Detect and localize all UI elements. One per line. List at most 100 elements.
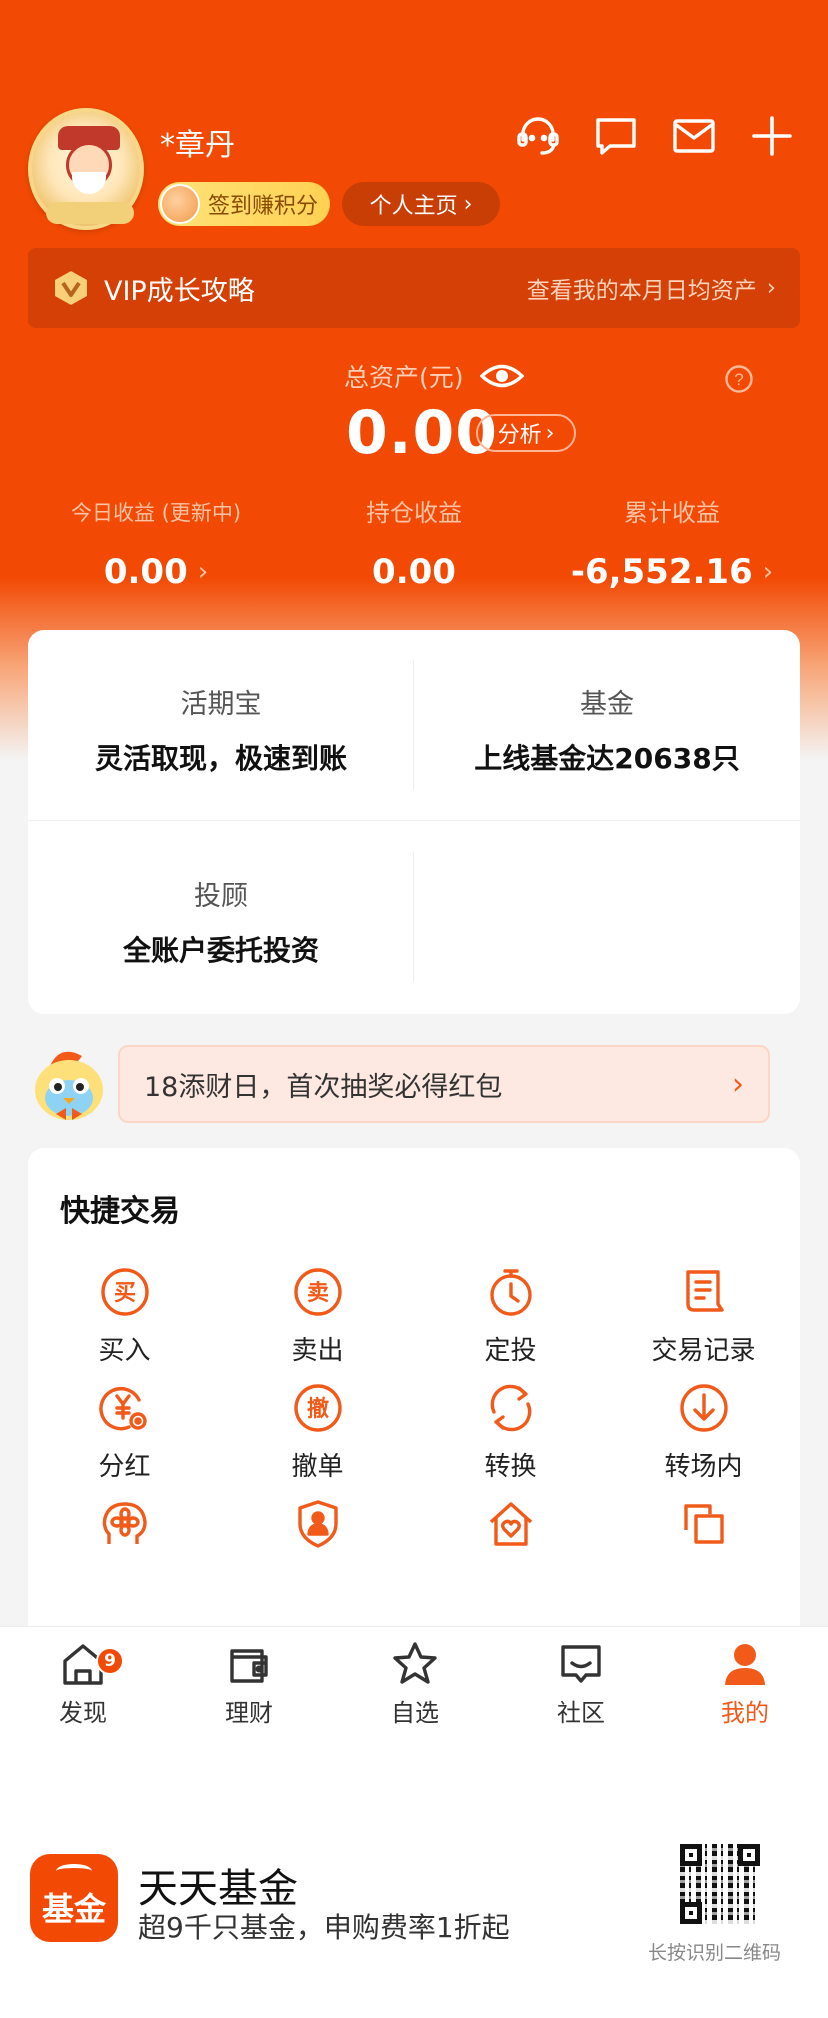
svg-text:撤: 撤 xyxy=(306,1396,328,1422)
tab-discover[interactable]: 发现 9 xyxy=(0,1639,166,1728)
quick-label: 分红 xyxy=(98,1452,151,1482)
holding-earnings: 持仓收益 0.00 xyxy=(276,496,552,592)
quick-more-4[interactable] xyxy=(607,1498,800,1550)
quick-more-1[interactable] xyxy=(28,1498,221,1550)
total-assets-label: 总资产(元) xyxy=(344,363,464,392)
product-title: 活期宝 xyxy=(180,689,262,720)
flower-icon xyxy=(102,1502,147,1544)
quick-trade-section: 快捷交易 买 买入 卖 卖出 定投 交易记录 分红 撤 撤单 转换 转场内 xyxy=(28,1148,800,1648)
coin-icon xyxy=(160,184,200,224)
product-advisory[interactable]: 投顾 全账户委托投资 xyxy=(28,822,414,1012)
quick-trade-title: 快捷交易 xyxy=(60,1194,180,1229)
quick-label: 转换 xyxy=(484,1452,537,1482)
convert-icon xyxy=(490,1384,531,1432)
svg-text:卖: 卖 xyxy=(306,1280,328,1306)
divider xyxy=(28,820,800,821)
chevron-right-icon: › xyxy=(766,275,776,301)
username: *章丹 xyxy=(160,128,235,163)
sell-icon: 卖 xyxy=(293,1268,342,1316)
products-card: 活期宝 灵活取现，极速到账 基金 上线基金达20638只 投顾 全账户委托投资 xyxy=(28,630,800,1014)
tab-mine[interactable]: 我的 xyxy=(662,1639,828,1728)
today-earnings[interactable]: 今日收益 (更新中) 0.00 › xyxy=(18,496,294,592)
quick-label: 买入 xyxy=(98,1336,151,1366)
product-huoqibao[interactable]: 活期宝 灵活取现，极速到账 xyxy=(28,630,414,820)
quick-buy[interactable]: 买 买入 xyxy=(28,1266,221,1367)
quick-label: 交易记录 xyxy=(651,1336,756,1366)
quick-convert[interactable]: 转换 xyxy=(414,1382,607,1483)
homepage-label: 个人主页 xyxy=(369,194,458,219)
product-title: 基金 xyxy=(580,689,634,720)
tab-wealth[interactable]: 理财 xyxy=(166,1639,332,1728)
wallet-icon xyxy=(230,1649,268,1683)
vip-link-label: 查看我的本月日均资产 xyxy=(526,278,757,304)
app-slogan: 超9千只基金，申购费率1折起 xyxy=(138,1911,510,1944)
svg-text:买: 买 xyxy=(113,1281,135,1306)
timer-icon xyxy=(489,1269,532,1316)
vip-title: VIP成长攻略 xyxy=(104,275,255,307)
app-logo[interactable]: 基金 xyxy=(30,1854,118,1942)
chevron-right-icon: › xyxy=(197,557,209,587)
quick-transfer[interactable]: 转场内 xyxy=(607,1382,800,1483)
star-icon xyxy=(393,1642,437,1684)
community-icon xyxy=(561,1645,601,1683)
analysis-label: 分析 xyxy=(497,423,542,448)
tab-label: 理财 xyxy=(225,1699,273,1727)
qr-caption: 长按识别二维码 xyxy=(648,1942,782,1964)
message-icon[interactable] xyxy=(592,112,640,160)
quick-more-3[interactable] xyxy=(414,1498,607,1550)
divider xyxy=(413,660,414,790)
analysis-button[interactable]: 分析 › xyxy=(476,414,576,452)
record-icon xyxy=(685,1270,724,1312)
tab-label: 自选 xyxy=(391,1699,439,1727)
shield-person-icon xyxy=(297,1500,338,1548)
cumulative-earnings[interactable]: 累计收益 -6,552.16 › xyxy=(534,496,810,592)
copy-icon xyxy=(683,1504,724,1544)
product-subtitle: 灵活取现，极速到账 xyxy=(94,742,347,775)
today-earnings-value: 0.00 xyxy=(103,552,188,592)
promo-banner[interactable]: 18添财日，首次抽奖必得红包 › xyxy=(118,1045,770,1123)
tab-community[interactable]: 社区 xyxy=(498,1639,664,1728)
app-logo-text: 基金 xyxy=(41,1890,106,1928)
qr-code[interactable] xyxy=(680,1844,760,1924)
quick-cancel-order[interactable]: 撤 撤单 xyxy=(221,1382,414,1483)
vip-link[interactable]: 查看我的本月日均资产 › xyxy=(527,271,776,305)
quick-label: 转场内 xyxy=(664,1452,743,1482)
quick-records[interactable]: 交易记录 xyxy=(607,1266,800,1367)
mail-icon[interactable] xyxy=(670,112,718,160)
tab-label: 我的 xyxy=(721,1699,769,1727)
vip-badge-icon xyxy=(55,271,87,305)
profile-icon xyxy=(725,1644,765,1685)
today-earnings-label: 今日收益 (更新中) xyxy=(70,501,242,525)
quick-more-2[interactable] xyxy=(221,1498,414,1550)
product-subtitle: 全账户委托投资 xyxy=(122,934,319,967)
quick-sell[interactable]: 卖 卖出 xyxy=(221,1266,414,1367)
product-title: 投顾 xyxy=(194,881,248,912)
checkin-button[interactable]: 签到赚积分 xyxy=(158,182,330,226)
svg-text:?: ? xyxy=(734,370,743,389)
avatar[interactable] xyxy=(28,108,144,230)
quick-label: 撤单 xyxy=(291,1452,344,1482)
total-assets-label-row: 总资产(元) xyxy=(344,358,524,394)
quick-dividend[interactable]: 分红 xyxy=(28,1382,221,1483)
divider xyxy=(413,852,414,982)
quick-label: 定投 xyxy=(484,1336,537,1366)
swoosh-icon xyxy=(56,1864,92,1878)
house-heart-icon xyxy=(489,1502,532,1546)
customer-service-icon[interactable] xyxy=(514,112,562,160)
chevron-right-icon: › xyxy=(463,191,473,217)
help-icon[interactable]: ? xyxy=(724,364,754,394)
plus-icon[interactable] xyxy=(748,112,796,160)
cumulative-earnings-value: -6,552.16 xyxy=(570,552,753,592)
homepage-button[interactable]: 个人主页 › xyxy=(342,182,500,226)
chevron-right-icon: › xyxy=(762,557,774,587)
holding-earnings-value: 0.00 xyxy=(372,552,456,592)
dividend-icon xyxy=(98,1386,147,1431)
chevron-right-icon: › xyxy=(545,420,555,446)
product-fund[interactable]: 基金 上线基金达20638只 xyxy=(414,630,800,820)
eye-icon[interactable] xyxy=(479,361,524,391)
quick-fixed-invest[interactable]: 定投 xyxy=(414,1266,607,1367)
vip-growth-bar[interactable]: VIP成长攻略 查看我的本月日均资产 › xyxy=(28,248,800,328)
tab-watchlist[interactable]: 自选 xyxy=(332,1639,498,1728)
product-subtitle: 上线基金达20638只 xyxy=(474,742,740,775)
checkin-label: 签到赚积分 xyxy=(208,194,319,219)
